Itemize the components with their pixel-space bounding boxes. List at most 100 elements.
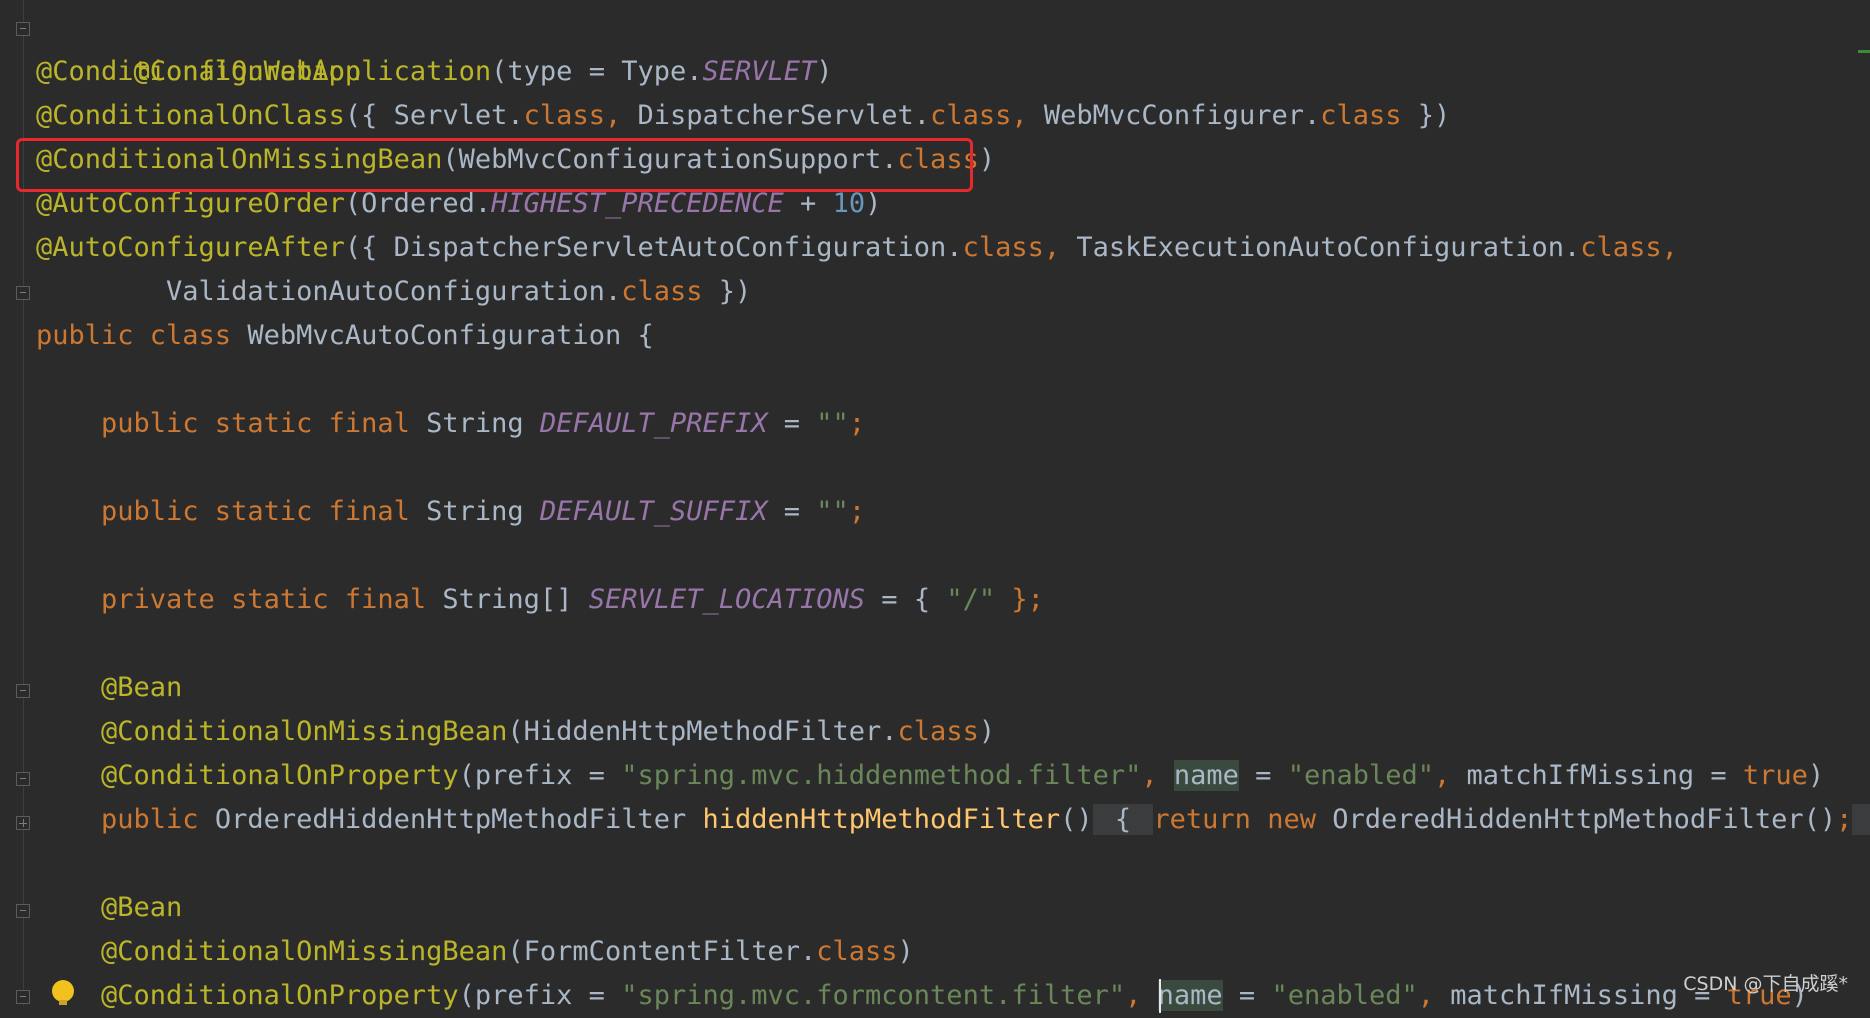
code-text: OrderedHiddenHttpMethodFilter() — [1332, 804, 1837, 835]
code-text: = — [1222, 980, 1272, 1011]
keyword: , — [1125, 980, 1158, 1011]
keyword: public — [36, 804, 215, 835]
annotation: @ConditionalOnMissingBean — [36, 716, 508, 747]
code-text: DispatcherServlet. — [637, 100, 931, 131]
annotation: @ConditionalOnClass — [36, 100, 345, 131]
string-literal: "spring.mvc.formcontent.filter" — [621, 980, 1126, 1011]
code-text: WebMvcAutoConfiguration { — [247, 320, 654, 351]
keyword: class — [1320, 100, 1402, 131]
fold-marker-icon[interactable] — [16, 816, 30, 830]
string-literal: "" — [816, 496, 849, 527]
keyword: true — [1742, 760, 1808, 791]
keyword: , — [1417, 980, 1451, 1011]
code-line-7: ValidationAutoConfiguration.class }) — [36, 270, 751, 314]
keyword: class — [621, 276, 703, 307]
fold-marker-icon[interactable] — [16, 22, 30, 36]
lightbulb-icon[interactable] — [52, 980, 74, 1005]
keyword: ; — [1836, 804, 1853, 835]
code-text: String — [426, 408, 540, 439]
code-line-16: @Bean — [36, 666, 182, 710]
code-line-10: public static final String DEFAULT_PREFI… — [36, 402, 865, 446]
code-text: TaskExecutionAutoConfiguration. — [1076, 232, 1581, 263]
code-line-8: public class WebMvcAutoConfiguration { — [36, 314, 654, 358]
code-text: () — [1060, 804, 1093, 835]
code-text: ({ DispatcherServletAutoConfiguration. — [344, 232, 963, 263]
annotation: @Bean — [36, 892, 183, 923]
code-text: matchIfMissing = — [1466, 760, 1743, 791]
code-text: String[] — [442, 584, 589, 615]
keyword: , — [1434, 760, 1467, 791]
keyword: class — [897, 716, 979, 747]
keyword: ; — [848, 408, 866, 439]
highlighted-usage: name — [1173, 760, 1239, 791]
number: 10 — [832, 188, 866, 219]
code-line-6: @AutoConfigureAfter({ DispatcherServletA… — [36, 226, 1678, 270]
keyword: class — [816, 936, 898, 967]
code-text: ) — [816, 56, 833, 87]
code-text: (prefix = — [458, 980, 622, 1011]
constant: SERVLET — [702, 56, 817, 87]
code-text: ({ Servlet. — [344, 100, 524, 131]
code-text: ) — [897, 936, 914, 967]
keyword: public static final — [36, 408, 427, 439]
code-text: + — [783, 188, 833, 219]
highlighted-usage: name — [1157, 980, 1223, 1011]
string-literal: "enabled" — [1287, 760, 1435, 791]
text-caret — [1159, 979, 1161, 1013]
keyword: class, — [962, 232, 1077, 263]
keyword: class, — [930, 100, 1044, 131]
code-text: ) — [978, 144, 996, 175]
code-text: WebMvcConfigurer. — [1043, 100, 1321, 131]
code-line-17: @ConditionalOnMissingBean(HiddenHttpMeth… — [36, 710, 995, 754]
string-literal: "enabled" — [1271, 980, 1418, 1011]
keyword: public class — [36, 320, 248, 351]
constant: HIGHEST_PRECEDENCE — [491, 188, 784, 219]
keyword: private static final — [36, 584, 443, 615]
code-text: = — [767, 496, 817, 527]
change-marker — [1858, 50, 1870, 53]
folded-region[interactable]: } — [1852, 804, 1870, 835]
string-literal: "spring.mvc.hiddenmethod.filter" — [621, 760, 1142, 791]
code-line-2: @ConditionalOnWebApplication(type = Type… — [36, 50, 833, 94]
fold-marker-icon[interactable] — [16, 904, 30, 918]
code-text: ) — [865, 188, 882, 219]
folded-region[interactable]: { — [1092, 804, 1154, 835]
code-text: (type = Type. — [491, 56, 703, 87]
constant: SERVLET_LOCATIONS — [588, 584, 866, 615]
keyword: }; — [995, 584, 1044, 615]
annotation: @ConditionalOnProperty — [36, 760, 459, 791]
method-name: hiddenHttpMethodFilter — [702, 804, 1061, 835]
annotation: @Bean — [36, 672, 183, 703]
annotation: @AutoConfigureOrder — [36, 188, 345, 219]
keyword: class, — [1580, 232, 1678, 263]
fold-marker-icon[interactable] — [16, 684, 30, 698]
code-text: ) — [1807, 760, 1825, 791]
code-line-3: @ConditionalOnClass({ Servlet.class, Dis… — [36, 94, 1450, 138]
keyword: ; — [848, 496, 866, 527]
code-text: (FormContentFilter. — [507, 936, 817, 967]
keyword: class, — [523, 100, 638, 131]
code-text: String — [426, 496, 540, 527]
annotation: @ConditionalOnWebApplication — [36, 56, 492, 87]
code-text: ValidationAutoConfiguration. — [36, 276, 622, 307]
code-line-23: @ConditionalOnProperty(prefix = "spring.… — [36, 974, 1808, 1018]
code-line-19: public OrderedHiddenHttpMethodFilter hid… — [36, 798, 1870, 842]
fold-marker-icon[interactable] — [16, 772, 30, 786]
fold-marker-icon[interactable] — [16, 286, 30, 300]
code-text: = — [767, 408, 817, 439]
code-line-21: @Bean — [36, 886, 182, 930]
code-text: (HiddenHttpMethodFilter. — [507, 716, 898, 747]
keyword: public static final — [36, 496, 427, 527]
watermark: CSDN @下自成蹊* — [1683, 973, 1848, 995]
code-text: = — [1238, 760, 1288, 791]
constant: DEFAULT_SUFFIX — [539, 496, 768, 527]
code-text: = { — [865, 584, 947, 615]
code-text: ) — [978, 716, 996, 747]
string-literal: "/" — [946, 584, 996, 615]
fold-marker-icon[interactable] — [16, 990, 30, 1004]
code-text: }) — [702, 276, 752, 307]
annotation: @ConditionalOnMissingBean — [36, 936, 508, 967]
code-editor[interactable]: @Configuration @ConditionalOnWebApplicat… — [0, 0, 1870, 1013]
string-literal: "" — [816, 408, 849, 439]
code-line-14: private static final String[] SERVLET_LO… — [36, 578, 1044, 622]
